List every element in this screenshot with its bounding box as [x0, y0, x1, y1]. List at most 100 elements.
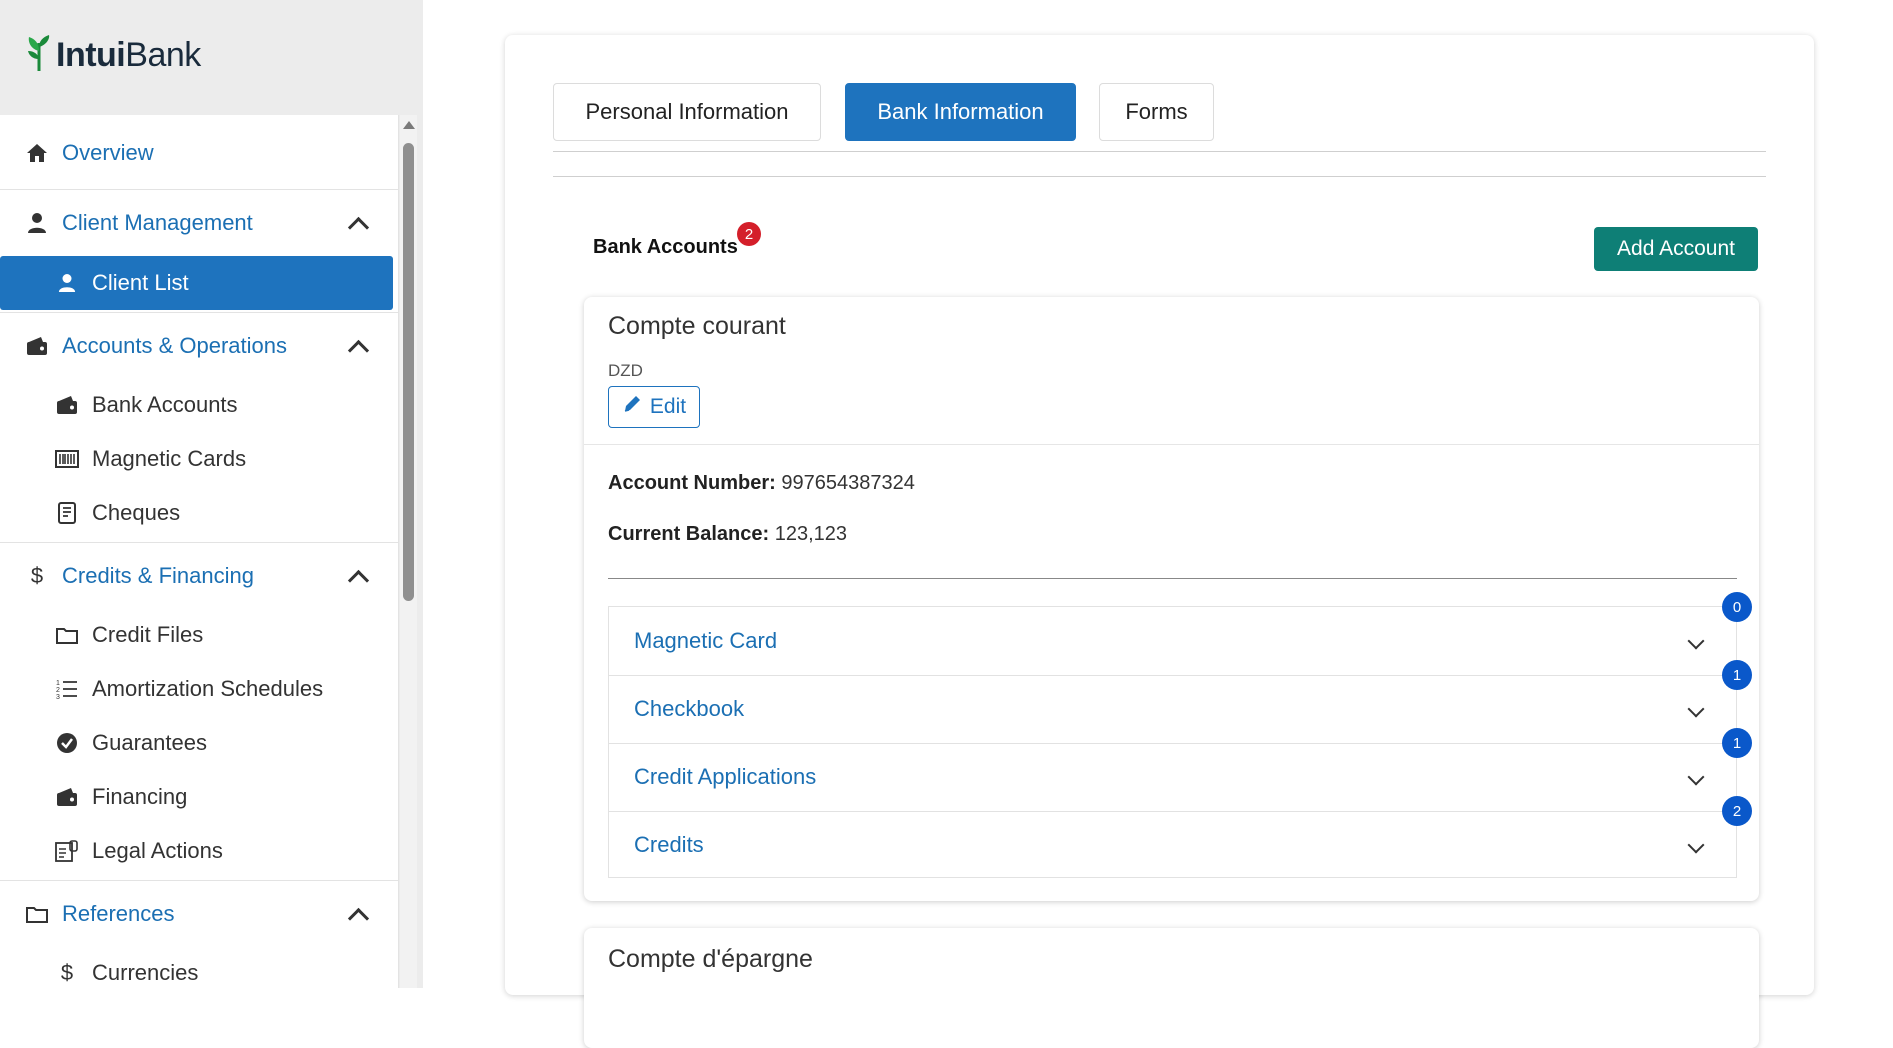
edit-account-button[interactable]: Edit — [608, 386, 700, 428]
accordion-label: Magnetic Card — [634, 628, 778, 653]
sidebar-nav: Overview Client Management Client List A… — [0, 115, 399, 988]
tab-personal-information[interactable]: Personal Information — [553, 83, 821, 141]
accordion-credits[interactable]: Credits — [609, 811, 1736, 879]
svg-text:3: 3 — [56, 694, 60, 700]
account-title: Compte courant — [608, 312, 786, 340]
sidebar-item-label: Cheques — [92, 500, 181, 525]
chevron-up-icon — [347, 569, 370, 592]
wallet-icon — [54, 784, 80, 810]
sidebar-item-label: Financing — [92, 784, 188, 809]
scroll-thumb[interactable] — [403, 143, 414, 601]
svg-text:1: 1 — [56, 680, 60, 687]
chevron-up-icon — [347, 907, 370, 930]
sidebar-item-amortization-schedules[interactable]: 123 Amortization Schedules — [0, 663, 396, 715]
scroll-up-arrow-icon[interactable] — [403, 121, 415, 129]
bank-accounts-heading: Bank Accounts — [593, 236, 738, 258]
sidebar-section-label: References — [62, 901, 175, 926]
accordion-checkbook[interactable]: Checkbook — [609, 675, 1736, 744]
sidebar-section-client-management[interactable]: Client Management — [0, 192, 396, 254]
folder-icon — [54, 622, 80, 648]
accordion-credit-applications[interactable]: Credit Applications — [609, 743, 1736, 812]
edit-label: Edit — [649, 395, 687, 418]
sidebar-item-label: Client List — [92, 270, 189, 295]
svg-text:2: 2 — [56, 687, 60, 694]
sidebar-item-label: Overview — [62, 140, 154, 165]
receipt-icon — [54, 500, 80, 526]
home-icon — [24, 140, 50, 166]
chevron-up-icon — [347, 339, 370, 362]
barcode-icon — [54, 446, 80, 472]
chevron-down-icon — [1687, 768, 1705, 786]
brand-name: IntuiBank — [56, 35, 201, 74]
tab-bank-information[interactable]: Bank Information — [845, 83, 1076, 141]
account-number: Account Number: 997654387324 — [608, 472, 915, 495]
count-badge: 2 — [1722, 796, 1752, 826]
list-ol-icon: 123 — [54, 676, 80, 702]
sidebar-item-label: Credit Files — [92, 622, 204, 647]
dollar-icon: $ — [30, 563, 44, 588]
sidebar-item-client-list[interactable]: Client List — [0, 256, 393, 310]
tab-label: Bank Information — [877, 99, 1044, 124]
user-icon — [24, 210, 50, 236]
current-balance-value: 123,123 — [774, 523, 848, 545]
sidebar-section-references[interactable]: References — [0, 883, 396, 945]
sidebar-section-label: Client Management — [62, 210, 253, 235]
sidebar-item-bank-accounts[interactable]: Bank Accounts — [0, 379, 396, 431]
tab-label: Forms — [1125, 99, 1188, 124]
account-currency: DZD — [608, 361, 643, 380]
accordion-magnetic-card[interactable]: Magnetic Card — [609, 607, 1736, 676]
chevron-down-icon — [1687, 632, 1705, 650]
user-icon — [54, 270, 80, 296]
count-badge: 1 — [1722, 728, 1752, 758]
tab-forms[interactable]: Forms — [1099, 83, 1214, 141]
sidebar-item-legal-actions[interactable]: Legal Actions — [0, 825, 396, 877]
dollar-icon: $ — [60, 960, 74, 985]
folder-icon — [24, 901, 50, 927]
sidebar-item-label: Guarantees — [92, 730, 207, 755]
divider — [0, 542, 398, 543]
leaf-icon — [26, 33, 52, 78]
accordion-label: Checkbook — [634, 696, 745, 721]
sidebar-item-magnetic-cards[interactable]: Magnetic Cards — [0, 433, 396, 485]
wallet-icon — [24, 333, 50, 359]
chevron-down-icon — [1687, 700, 1705, 718]
current-balance: Current Balance: 123,123 — [608, 523, 847, 546]
sidebar-section-accounts-operations[interactable]: Accounts & Operations — [0, 315, 396, 377]
chevron-down-icon — [1687, 836, 1705, 854]
info-divider — [608, 578, 1737, 579]
sidebar-item-label: Bank Accounts — [92, 392, 238, 417]
section-divider — [553, 176, 1766, 177]
sidebar-item-label: Magnetic Cards — [92, 446, 247, 471]
tab-label: Personal Information — [585, 99, 789, 124]
count-badge: 0 — [1722, 592, 1752, 622]
check-circle-icon — [54, 730, 80, 756]
account-number-value: 997654387324 — [781, 472, 915, 494]
account-accordion: Magnetic Card Checkbook Credit Applicati… — [608, 606, 1737, 878]
sidebar-item-overview[interactable]: Overview — [0, 125, 396, 181]
wallet-icon — [54, 392, 80, 418]
sidebar-section-label: Credits & Financing — [62, 563, 254, 588]
divider — [0, 189, 398, 190]
count-badge: 1 — [1722, 660, 1752, 690]
brand-logo[interactable]: IntuiBank — [26, 34, 201, 76]
sidebar-item-label: Legal Actions — [92, 838, 223, 863]
pencil-icon — [622, 394, 642, 420]
sidebar-item-cheques[interactable]: Cheques — [0, 487, 396, 539]
sidebar-section-credits-financing[interactable]: $ Credits & Financing — [0, 545, 396, 607]
account-count-badge: 2 — [737, 222, 761, 246]
sidebar-section-label: Accounts & Operations — [62, 333, 288, 358]
chevron-up-icon — [347, 216, 370, 239]
sidebar-item-currencies[interactable]: $ Currencies — [0, 947, 396, 988]
account-title: Compte d'épargne — [608, 945, 813, 973]
sidebar-item-label: Amortization Schedules — [92, 676, 324, 701]
sidebar: IntuiBank Overview Client Management Cli… — [0, 0, 423, 988]
accordion-label: Credits — [634, 832, 704, 857]
divider — [0, 880, 398, 881]
add-account-button[interactable]: Add Account — [1594, 227, 1758, 271]
tabs-divider — [553, 151, 1766, 152]
sidebar-item-label: Currencies — [92, 960, 199, 985]
sidebar-item-credit-files[interactable]: Credit Files — [0, 609, 396, 661]
sidebar-item-guarantees[interactable]: Guarantees — [0, 717, 396, 769]
sidebar-item-financing[interactable]: Financing — [0, 771, 396, 823]
sidebar-scrollbar[interactable] — [400, 115, 417, 988]
